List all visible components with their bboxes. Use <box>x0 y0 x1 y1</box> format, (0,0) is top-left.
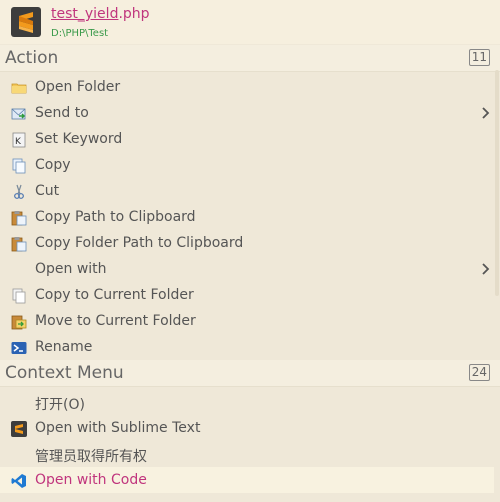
copy-icon <box>11 158 27 174</box>
sublime-text-icon <box>11 421 27 437</box>
copy-icon <box>11 288 27 304</box>
menu-item-take-ownership[interactable]: 管理员取得所有权 <box>0 441 494 467</box>
chevron-right-icon <box>480 261 492 275</box>
launcher-window: test_yield.php D:\PHP\Test Action 11 Ope… <box>0 0 500 502</box>
section-count-badge: 11 <box>468 49 490 66</box>
scrollbar-thumb[interactable] <box>495 70 499 296</box>
scissors-icon <box>11 184 27 200</box>
rename-icon <box>11 340 27 356</box>
section-action-header: Action 11 <box>0 45 500 72</box>
sublime-file-icon <box>11 7 41 37</box>
section-title: Action <box>5 48 59 68</box>
keyword-icon: K <box>11 132 27 148</box>
vscode-icon <box>11 473 27 489</box>
move-icon <box>11 314 27 330</box>
chevron-right-icon <box>480 105 492 119</box>
menu-item-open-folder[interactable]: Open Folder <box>0 74 494 100</box>
file-path: D:\PHP\Test <box>51 28 109 39</box>
menu-item-copy[interactable]: Copy <box>0 152 494 178</box>
menu-item-open-with-code[interactable]: Open with Code <box>0 467 494 493</box>
section-title: Context Menu <box>5 363 124 383</box>
folder-icon <box>11 80 27 96</box>
menu-item-rename[interactable]: Rename <box>0 334 494 360</box>
menu-item-copy-path[interactable]: Copy Path to Clipboard <box>0 204 494 230</box>
menu-item-copy-to-current-folder[interactable]: Copy to Current Folder <box>0 282 494 308</box>
clipboard-icon <box>11 210 27 226</box>
menu-item-cut[interactable]: Cut <box>0 178 494 204</box>
send-to-icon <box>11 106 27 122</box>
file-header[interactable]: test_yield.php D:\PHP\Test <box>0 0 500 44</box>
section-count-badge: 24 <box>468 364 490 381</box>
file-name: test_yield.php <box>51 6 150 22</box>
menu-item-move-to-current-folder[interactable]: Move to Current Folder <box>0 308 494 334</box>
menu-item-set-keyword[interactable]: K Set Keyword <box>0 126 494 152</box>
section-context-menu-header: Context Menu 24 <box>0 360 500 387</box>
file-name-ext: .php <box>118 6 150 22</box>
menu-item-open[interactable]: 打开(O) <box>0 389 494 415</box>
menu-item-send-to[interactable]: Send to <box>0 100 494 126</box>
file-name-match: test_yield <box>51 6 119 22</box>
clipboard-icon <box>11 236 27 252</box>
menu-item-open-with[interactable]: Open with <box>0 256 494 282</box>
menu-item-copy-folder-path[interactable]: Copy Folder Path to Clipboard <box>0 230 494 256</box>
scrollbar[interactable] <box>494 70 500 296</box>
menu-item-open-with-sublime-text[interactable]: Open with Sublime Text <box>0 415 494 441</box>
